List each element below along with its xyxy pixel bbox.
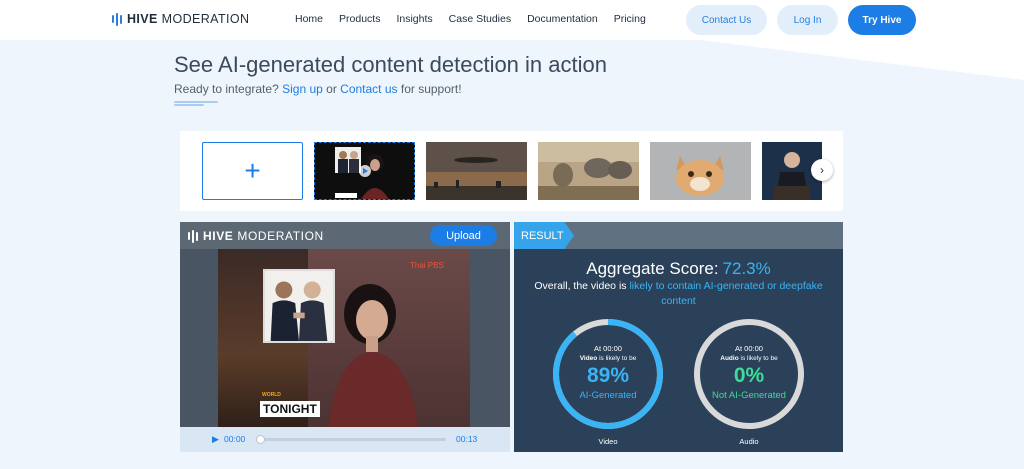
video-gauge-label: Video — [598, 437, 618, 446]
nav-link-home[interactable]: Home — [295, 13, 323, 25]
cat-thumbnail-image — [650, 142, 751, 200]
current-time: 00:00 — [224, 434, 246, 444]
channel-logo: Thai PBS — [410, 261, 444, 270]
page-subtitle: Ready to integrate? Sign up or Contact u… — [174, 82, 462, 96]
video-timestamp: At 00:00 — [594, 344, 622, 353]
upload-button[interactable]: Upload — [430, 225, 497, 246]
log-in-button[interactable]: Log In — [777, 5, 838, 35]
aggregate-score: Aggregate Score: 72.3% — [586, 259, 771, 278]
video-player[interactable]: WORLD TONIGHT Thai PBS 🔊 — [218, 249, 470, 427]
page-title: See AI-generated content detection in ac… — [174, 52, 607, 77]
overall-verdict: Overall, the video is likely to contain … — [534, 280, 823, 307]
contact-us-button[interactable]: Contact Us — [686, 5, 767, 35]
add-media-button[interactable]: + — [202, 142, 303, 200]
panel-brand-logo: HIVE MODERATION — [188, 229, 324, 243]
audio-gauge-label: Audio — [739, 437, 759, 446]
audio-verdict: Not AI-Generated — [712, 390, 786, 401]
thumbnail-video-news-anchor[interactable] — [314, 142, 415, 200]
progress-handle[interactable] — [256, 435, 265, 444]
nav-link-insights[interactable]: Insights — [396, 13, 432, 25]
video-gauge: At 00:00 Video is likely to be 89% AI-Ge… — [550, 316, 666, 432]
video-percent: 89% — [586, 364, 630, 387]
play-icon[interactable]: ▶ — [212, 434, 219, 445]
thumbnail-cat-photo[interactable] — [650, 142, 751, 200]
chevron-right-icon: › — [820, 163, 824, 177]
nav-decor — [700, 40, 1024, 80]
nav-links: Home Products Insights Case Studies Docu… — [295, 13, 662, 25]
nav-link-case-studies[interactable]: Case Studies — [449, 13, 511, 25]
total-time: 00:13 — [456, 434, 478, 444]
handshake-photo-image — [263, 269, 335, 343]
video-panel-header: HIVE MODERATION Upload — [180, 222, 510, 249]
top-nav: HIVE MODERATION Home Products Insights C… — [0, 0, 1024, 40]
nav-link-documentation[interactable]: Documentation — [527, 13, 598, 25]
overall-verdict-highlight: likely to contain AI-generated or deepfa… — [629, 280, 823, 307]
result-panel-header: RESULT — [514, 222, 843, 249]
logo-bars-icon — [112, 12, 122, 26]
news-anchor-thumbnail-image — [315, 143, 414, 199]
panel-brand-name: HIVE MODERATION — [203, 229, 324, 243]
result-panel: RESULT Aggregate Score: 72.3% Overall, th… — [514, 222, 843, 452]
plus-icon: + — [244, 155, 261, 186]
news-anchor-image — [328, 284, 418, 427]
title-underline-2 — [174, 104, 204, 106]
news-tag-label: WORLD — [262, 392, 281, 398]
result-tag: RESULT — [514, 222, 574, 249]
audio-timestamp: At 00:00 — [735, 344, 763, 353]
video-panel: HIVE MODERATION Upload WORLD TONIGHT Tha… — [180, 222, 510, 452]
contact-us-link[interactable]: Contact us — [340, 82, 397, 96]
audio-likely-text: Audio is likely to be — [720, 355, 778, 362]
thumbnail-elephants-painting[interactable] — [538, 142, 639, 200]
carousel-next-button[interactable]: › — [811, 159, 833, 181]
nav-link-pricing[interactable]: Pricing — [614, 13, 646, 25]
elephants-thumbnail-image — [538, 142, 639, 200]
title-underline — [174, 101, 218, 103]
video-likely-text: Video is likely to be — [579, 355, 637, 362]
news-title-overlay: TONIGHT — [260, 401, 320, 417]
audio-percent: 0% — [733, 364, 765, 387]
sign-up-link[interactable]: Sign up — [282, 82, 323, 96]
aggregate-score-value: 72.3% — [722, 259, 771, 278]
brand-name: HIVE MODERATION — [127, 12, 250, 26]
try-hive-button[interactable]: Try Hive — [848, 5, 916, 35]
progress-track[interactable] — [258, 438, 446, 441]
video-verdict: AI-Generated — [579, 390, 637, 401]
sunset-thumbnail-image — [426, 142, 527, 200]
audio-gauge: At 00:00 Audio is likely to be 0% Not AI… — [691, 316, 807, 432]
sample-carousel: + › — [180, 131, 843, 211]
brand-logo[interactable]: HIVE MODERATION — [112, 12, 249, 26]
thumbnail-sunset-city[interactable] — [426, 142, 527, 200]
logo-bars-icon — [188, 229, 198, 243]
nav-link-products[interactable]: Products — [339, 13, 380, 25]
video-controls: ▶ 00:00 00:13 — [180, 427, 510, 452]
